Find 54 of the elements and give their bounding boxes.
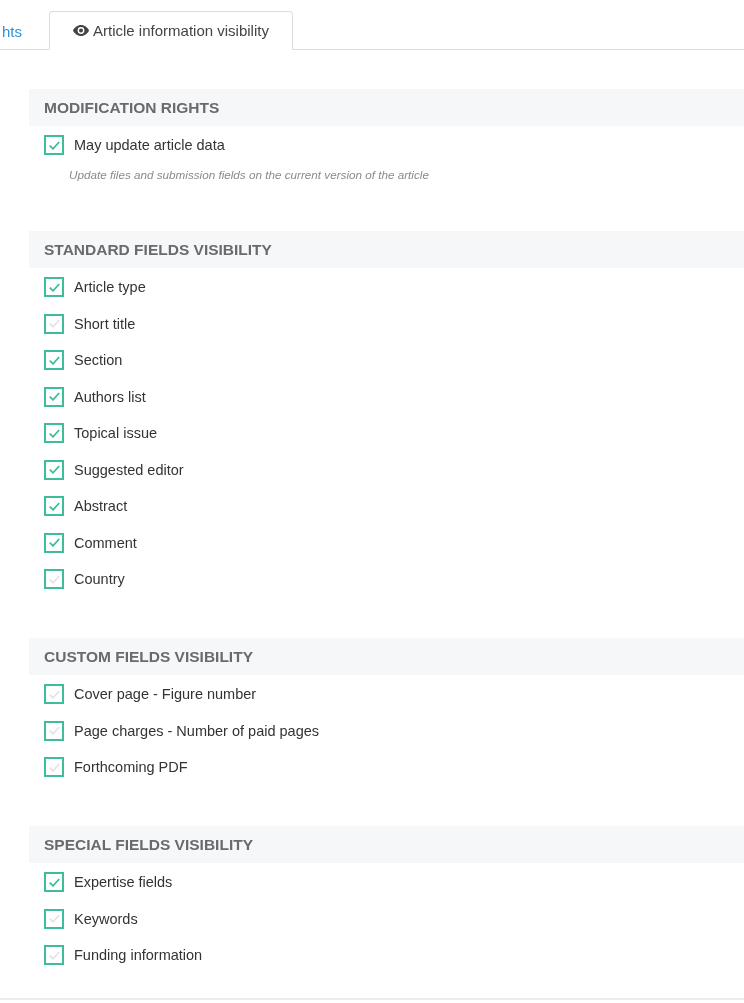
tab[interactable]: Article information visibility	[49, 11, 293, 50]
checkbox-label: Funding information	[74, 947, 203, 963]
checkbox-label: Keywords	[74, 910, 138, 927]
checkbox[interactable]	[44, 945, 64, 965]
check-icon	[48, 914, 60, 923]
section-title: SPECIAL FIELDS VISIBILITY	[44, 835, 253, 854]
check-icon	[48, 392, 60, 401]
check-icon	[48, 428, 60, 438]
check-icon	[48, 140, 60, 150]
checkbox[interactable]	[44, 277, 64, 297]
check-icon	[48, 762, 60, 772]
checkbox[interactable]	[44, 496, 64, 516]
check-icon	[48, 877, 60, 887]
check-icon	[48, 950, 60, 960]
checkbox-label: May update article data	[74, 137, 225, 153]
checkbox[interactable]	[44, 757, 64, 777]
check-icon	[48, 465, 60, 474]
checkbox[interactable]	[44, 720, 64, 741]
checkbox-label: Authors list	[74, 388, 146, 405]
checkbox-label: Expertise fields	[74, 874, 173, 890]
checkbox-label: Abstract	[74, 498, 128, 514]
checkbox-label: Cover page - Figure number	[74, 686, 257, 702]
checkbox-label: Article type	[74, 279, 146, 295]
checkbox[interactable]	[44, 459, 64, 480]
check-icon	[48, 538, 60, 547]
checkbox[interactable]	[44, 423, 64, 443]
check-icon	[48, 574, 60, 584]
checkbox[interactable]	[44, 386, 64, 407]
check-icon	[48, 726, 60, 735]
checkbox-label: Suggested editor	[74, 461, 184, 478]
check-icon	[48, 689, 60, 699]
section-title: STANDARD FIELDS VISIBILITY	[44, 240, 272, 259]
checkbox[interactable]	[44, 908, 64, 929]
checkbox[interactable]	[44, 569, 64, 589]
checkbox-label: Section	[74, 352, 123, 368]
check-icon	[48, 501, 60, 511]
checkbox-label: Page charges - Number of paid pages	[74, 722, 320, 739]
checkbox-label: Forthcoming PDF	[74, 759, 188, 775]
checkbox-label: Topical issue	[74, 425, 157, 441]
checkbox[interactable]	[44, 684, 64, 704]
check-icon	[48, 319, 60, 328]
checkbox[interactable]	[44, 872, 64, 892]
checkbox-label: Country	[74, 571, 125, 587]
check-icon	[48, 282, 60, 292]
checkbox[interactable]	[44, 313, 64, 334]
checkbox-label: Short title	[74, 315, 136, 332]
checkbox-label: Comment	[74, 534, 137, 551]
checkbox[interactable]	[44, 135, 64, 155]
help-text: Update files and submission fields on the current version of the article	[69, 168, 429, 182]
checkbox[interactable]	[44, 532, 64, 553]
section-title: CUSTOM FIELDS VISIBILITY	[44, 647, 253, 666]
check-icon	[48, 355, 60, 365]
checkbox[interactable]	[44, 350, 64, 370]
section-title: MODIFICATION RIGHTS	[44, 98, 220, 117]
